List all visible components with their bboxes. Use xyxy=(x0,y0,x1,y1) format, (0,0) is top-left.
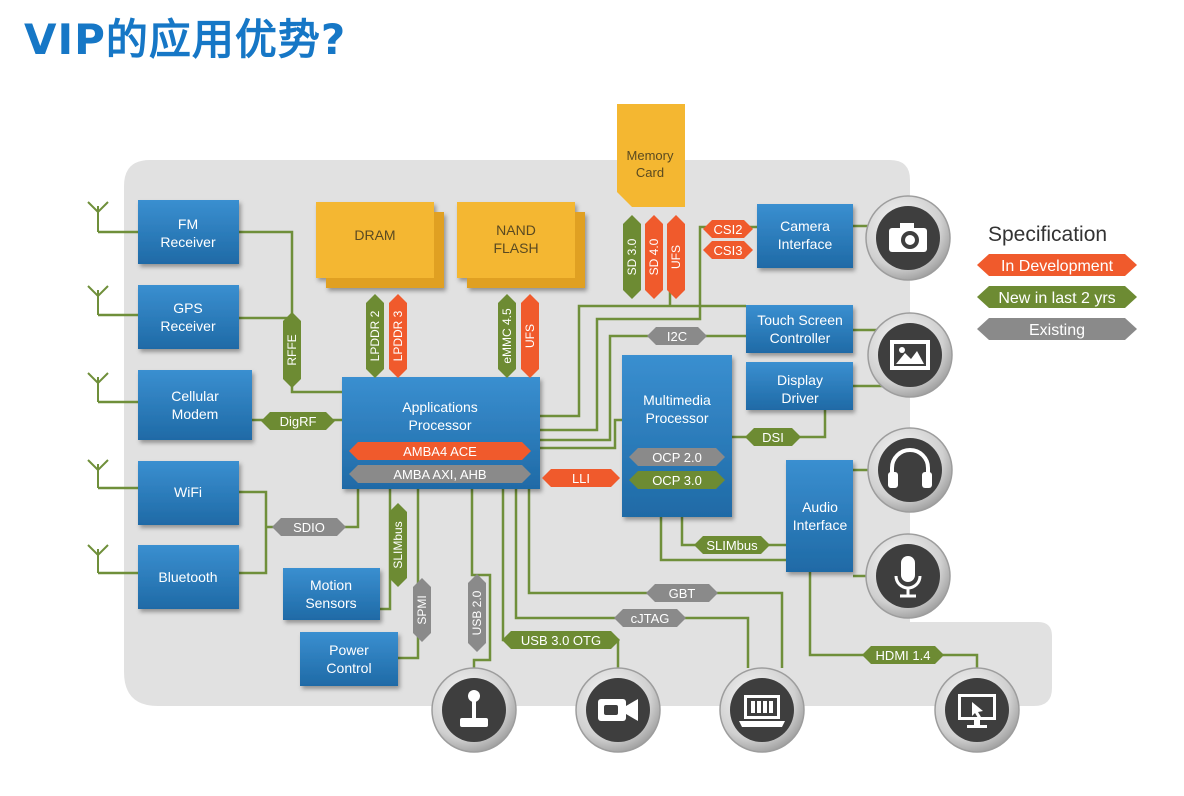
ufs-nand-text: UFS xyxy=(523,324,537,348)
legend-title: Specification xyxy=(988,223,1107,246)
nand-flash-chip: NAND FLASH xyxy=(457,202,585,288)
slimbus-h-bus-label: SLIMbus xyxy=(694,536,770,554)
antenna-icon xyxy=(87,372,109,402)
lpddr3-text: LPDDR 3 xyxy=(391,310,405,361)
csi3-text: CSI3 xyxy=(714,243,743,258)
legend: Specification In Development New in last … xyxy=(977,223,1137,340)
video-camera-icon xyxy=(575,667,661,753)
usb2-text: USB 2.0 xyxy=(470,590,484,635)
lpddr2-text: LPDDR 2 xyxy=(368,310,382,361)
legend-item: In Development xyxy=(977,254,1137,276)
joystick-icon xyxy=(431,667,517,753)
spmi-text: SPMI xyxy=(415,595,429,624)
digrf-bus-label: DigRF xyxy=(261,412,335,430)
legend-item-label: In Development xyxy=(1001,258,1114,275)
ufs-card-text: UFS xyxy=(669,245,683,269)
dsi-text: DSI xyxy=(762,430,784,445)
i2c-bus-label: I2C xyxy=(647,327,707,345)
audio-interface-block: Audio Interface xyxy=(786,460,853,572)
digrf-text: DigRF xyxy=(280,414,317,429)
csi2-text: CSI2 xyxy=(714,222,743,237)
laptop-icon xyxy=(719,667,805,753)
csi3-bus-label: CSI3 xyxy=(703,241,753,259)
memory-card: Memory Card xyxy=(617,104,685,207)
image-icon xyxy=(867,312,953,398)
legend-item: Existing xyxy=(977,318,1137,340)
rffe-bus-label: RFFE xyxy=(283,312,301,388)
ocp2-text: OCP 2.0 xyxy=(652,450,702,465)
lpddr2-bus-label: LPDDR 2 xyxy=(366,294,384,378)
soc-diagram: Memory Card DRAM NAND FLASH FM Receiver GPS… xyxy=(87,104,1137,753)
usb3-text: USB 3.0 OTG xyxy=(521,633,601,648)
slimbus-v-text: SLIMbus xyxy=(391,521,405,568)
motion-sensors-block: Motion Sensors xyxy=(283,568,380,620)
lpddr3-bus-label: LPDDR 3 xyxy=(389,294,407,378)
emmc-bus-label: eMMC 4.5 xyxy=(498,294,516,378)
fm-receiver-block: FM Receiver xyxy=(138,200,239,264)
sdio-text: SDIO xyxy=(293,520,325,535)
bluetooth-label: Bluetooth xyxy=(158,569,217,585)
csi2-bus-label: CSI2 xyxy=(703,220,753,238)
spmi-bus-label: SPMI xyxy=(413,578,431,642)
ocp2-bus-label: OCP 2.0 xyxy=(629,448,725,466)
ufs-nand-bus-label: UFS xyxy=(521,294,539,378)
sdio-bus-label: SDIO xyxy=(272,518,346,536)
gbt-bus-label: GBT xyxy=(646,584,718,602)
legend-item: New in last 2 yrs xyxy=(977,286,1137,308)
ocp3-bus-label: OCP 3.0 xyxy=(629,471,725,489)
dram-chip: DRAM xyxy=(316,202,444,288)
monitor-icon xyxy=(934,667,1020,753)
usb2-bus-label: USB 2.0 xyxy=(468,574,486,652)
amba4-bus-label: AMBA4 ACE xyxy=(349,442,531,460)
wifi-label: WiFi xyxy=(174,484,202,500)
antenna-icon xyxy=(87,201,109,232)
sd4-bus-label: SD 4.0 xyxy=(645,215,663,299)
slimbus-v-bus-label: SLIMbus xyxy=(389,503,407,587)
cjtag-text: cJTAG xyxy=(631,611,670,626)
i2c-text: I2C xyxy=(667,329,687,344)
ocp3-text: OCP 3.0 xyxy=(652,473,702,488)
lli-bus-label: LLI xyxy=(542,469,620,487)
sd3-bus-label: SD 3.0 xyxy=(623,215,641,299)
sd4-text: SD 4.0 xyxy=(647,238,661,275)
display-driver-block: Display Driver xyxy=(746,362,853,410)
emmc-text: eMMC 4.5 xyxy=(500,308,514,364)
gbt-text: GBT xyxy=(669,586,696,601)
wifi-block: WiFi xyxy=(138,461,239,525)
hdmi-text: HDMI 1.4 xyxy=(876,648,931,663)
camera-icon xyxy=(865,195,951,281)
hdmi-bus-label: HDMI 1.4 xyxy=(862,646,944,664)
dsi-bus-label: DSI xyxy=(745,428,801,446)
gps-receiver-block: GPS Receiver xyxy=(138,285,239,349)
camera-interface-block: Camera Interface xyxy=(757,204,853,268)
usb3-bus-label: USB 3.0 OTG xyxy=(502,631,620,649)
ufs-card-bus-label: UFS xyxy=(667,215,685,299)
bluetooth-block: Bluetooth xyxy=(138,545,239,609)
amba-axi-text: AMBA AXI, AHB xyxy=(393,467,486,482)
multimedia-processor-block: Multimedia Processor xyxy=(622,355,732,517)
dram-label: DRAM xyxy=(354,227,395,243)
legend-item-label: Existing xyxy=(1029,322,1085,339)
antenna-icon xyxy=(87,544,109,573)
amba4-text: AMBA4 ACE xyxy=(403,444,477,459)
amba-axi-bus-label: AMBA AXI, AHB xyxy=(349,465,531,483)
slimbus-h-text: SLIMbus xyxy=(706,538,758,553)
rffe-text: RFFE xyxy=(285,334,299,365)
antenna-icon xyxy=(87,459,109,488)
sd3-text: SD 3.0 xyxy=(625,238,639,275)
touch-screen-controller-block: Touch Screen Controller xyxy=(746,305,853,353)
antenna-icon xyxy=(87,285,109,315)
cellular-modem-block: Cellular Modem xyxy=(138,370,252,440)
cjtag-bus-label: cJTAG xyxy=(614,609,686,627)
microphone-icon xyxy=(865,533,951,619)
legend-item-label: New in last 2 yrs xyxy=(998,290,1115,307)
power-control-block: Power Control xyxy=(300,632,398,686)
headphones-icon xyxy=(867,427,953,513)
lli-text: LLI xyxy=(572,471,590,486)
